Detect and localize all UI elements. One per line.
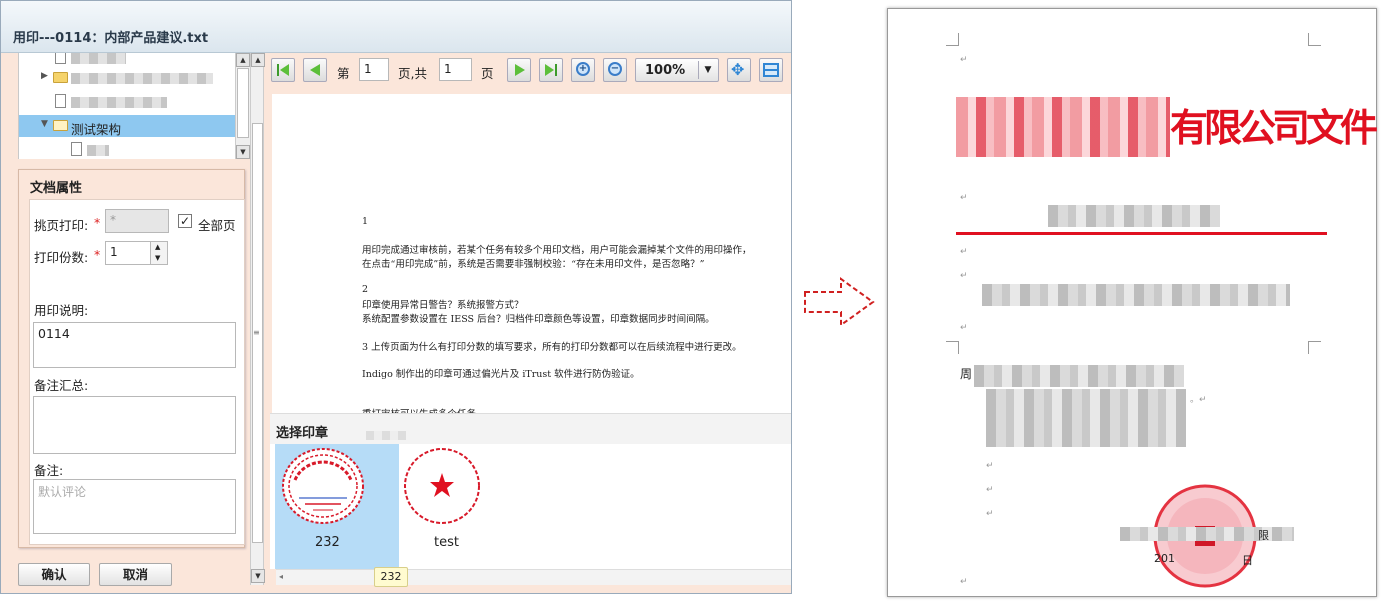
zoom-value: 100% [645, 63, 686, 78]
collapse-arrow-icon[interactable]: ▼ [41, 119, 48, 129]
page-mid-label: 页,共 [398, 66, 427, 81]
stepper-down-icon[interactable]: ▼ [155, 254, 160, 262]
seal-name: 232 [315, 535, 340, 550]
scroll-up-icon[interactable]: ▲ [251, 53, 265, 67]
scroll-up-icon[interactable]: ▲ [236, 53, 250, 67]
props-panel: 挑页打印: * * ✓ 全部页 打印份数: * 1 ▲ ▼ 用印说明: 0114… [29, 199, 245, 545]
chevron-down-icon[interactable]: ▼ [698, 61, 717, 79]
first-page-icon[interactable] [271, 58, 295, 82]
addressee-prefix: 周 [960, 367, 973, 381]
preview-heading: 有限公司文件 [1170, 105, 1378, 150]
document-viewer: 1 用印完成通过审核前，若某个任务有较多个用印文档，用户可能会漏掉某个文件的用印… [272, 94, 791, 420]
file-icon [55, 53, 66, 64]
horizontal-scrollbar[interactable]: ◂ [276, 569, 791, 585]
seal-item[interactable]: test [402, 444, 522, 569]
open-folder-icon [53, 120, 68, 131]
current-page-input[interactable]: 1 [359, 58, 389, 81]
usage-textarea[interactable]: 0114 [33, 322, 236, 368]
copies-label: 打印份数: [34, 250, 89, 265]
doc-line: Indigo 制作出的印章可通过偏光片及 iTrust 软件进行防伪验证。 [362, 369, 640, 380]
page-suffix: 页 [481, 66, 494, 81]
seal-list: 232 test [270, 444, 791, 569]
zoom-out-icon[interactable]: − [603, 58, 627, 82]
date-prefix: 201 [1154, 552, 1175, 565]
file-icon [55, 94, 66, 108]
total-pages-field: 1 [439, 58, 472, 81]
seal-tooltip: 232 [374, 567, 408, 587]
fit-width-icon[interactable] [759, 58, 783, 82]
remark-textarea[interactable]: 默认评论 [33, 479, 236, 534]
print-window: 用印---0114：内部产品建议.txt ▶ ▼ 测试架构 ▲ ▼ ▲ ≡ ▼ … [0, 0, 792, 594]
expand-arrow-icon[interactable]: ▶ [41, 71, 48, 81]
vertical-scrollbar[interactable]: ▲ ≡ ▼ [250, 53, 265, 585]
tree-scrollbar[interactable]: ▲ ▼ [235, 53, 250, 159]
document-properties: 文档属性 挑页打印: * * ✓ 全部页 打印份数: * 1 ▲ ▼ 用印说明:… [18, 169, 245, 548]
tree-item[interactable] [19, 91, 235, 113]
remark-label: 备注: [34, 463, 64, 478]
page-prefix: 第 [337, 66, 350, 81]
date-suffix: 日 [1242, 554, 1253, 567]
doc-line: 系统配置参数设置在 IESS 后台？归档件印章颜色等设置，印章数据同步时间间隔。 [362, 314, 715, 325]
scroll-down-icon[interactable]: ▼ [236, 145, 250, 159]
zoom-in-icon[interactable]: + [571, 58, 595, 82]
seal-item-selected[interactable]: 232 [275, 444, 399, 569]
seal-name: test [434, 535, 459, 550]
seal-panel-title: 选择印章 [276, 426, 329, 441]
grip-icon: ≡ [253, 328, 260, 337]
doc-line: 2 [362, 284, 369, 295]
next-page-icon[interactable] [507, 58, 531, 82]
page-print-label: 挑页打印: [34, 218, 89, 233]
doc-line: 印章使用异常日警告？系统报警方式？ [362, 300, 524, 311]
tree-item[interactable]: ▶ [19, 67, 235, 89]
file-icon [71, 142, 82, 156]
confirm-button[interactable]: 确认 [18, 563, 90, 586]
copies-stepper[interactable]: ▲ ▼ [150, 241, 168, 265]
seal-232-icon [282, 448, 364, 524]
stepper-up-icon[interactable]: ▲ [155, 243, 160, 251]
folder-tree: ▶ ▼ 测试架构 [18, 53, 235, 159]
blurred-company-name [956, 97, 1170, 157]
scroll-down-icon[interactable]: ▼ [251, 569, 265, 583]
last-page-icon[interactable] [539, 58, 563, 82]
tree-item-label: 测试架构 [71, 122, 122, 137]
doc-line: 1 [362, 216, 369, 227]
doc-line: 3 上传页面为什么有打印分数的填写要求，所有的打印分数都可以在后续流程中进行更改… [362, 342, 742, 353]
required-marker: * [94, 247, 101, 262]
folder-icon [53, 72, 68, 83]
required-marker: * [94, 215, 101, 230]
window-title: 用印---0114：内部产品建议.txt [13, 31, 209, 46]
props-title: 文档属性 [30, 181, 83, 196]
remarks-summary-textarea[interactable] [33, 396, 236, 454]
window-titlebar: 用印---0114：内部产品建议.txt [1, 1, 791, 53]
zoom-select[interactable]: 100% ▼ [635, 58, 719, 82]
dashed-arrow-icon [804, 277, 875, 327]
scroll-thumb[interactable] [237, 68, 249, 138]
all-pages-label: 全部页 [198, 218, 236, 233]
viewer-toolbar: 第 1 页,共 1 页 + − 100% ▼ ✥ [269, 53, 791, 87]
tree-item[interactable] [19, 139, 235, 159]
copies-input[interactable]: 1 [105, 241, 151, 265]
remarks-summary-label: 备注汇总: [34, 378, 89, 393]
tree-item-selected[interactable]: ▼ 测试架构 [19, 115, 235, 137]
cancel-button[interactable]: 取消 [99, 563, 172, 586]
seal-test-icon [404, 448, 480, 524]
all-pages-checkbox[interactable]: ✓ [178, 214, 192, 228]
sign-suffix: 限 [1258, 529, 1269, 542]
printed-preview: ↵ 有限公司文件 ↵ ↵ ↵ ↵ 周 。↵ ↵ ↵ ↵ 限 201 日 ↵ [887, 8, 1378, 597]
usage-label: 用印说明: [34, 303, 89, 318]
page-print-input[interactable]: * [105, 209, 169, 233]
doc-line: 在点击“用印完成”前，系统是否需要非强制校验：“存在未用印文件，是否忽略？” [362, 259, 705, 270]
doc-line: 用印完成通过审核前，若某个任务有较多个用印文档，用户可能会漏掉某个文件的用印操作… [362, 245, 752, 256]
seal-panel-header: 选择印章 [270, 413, 791, 444]
prev-page-icon[interactable] [303, 58, 327, 82]
fit-page-icon[interactable]: ✥ [727, 58, 751, 82]
red-divider [956, 232, 1327, 235]
scroll-left-icon[interactable]: ◂ [279, 572, 283, 581]
